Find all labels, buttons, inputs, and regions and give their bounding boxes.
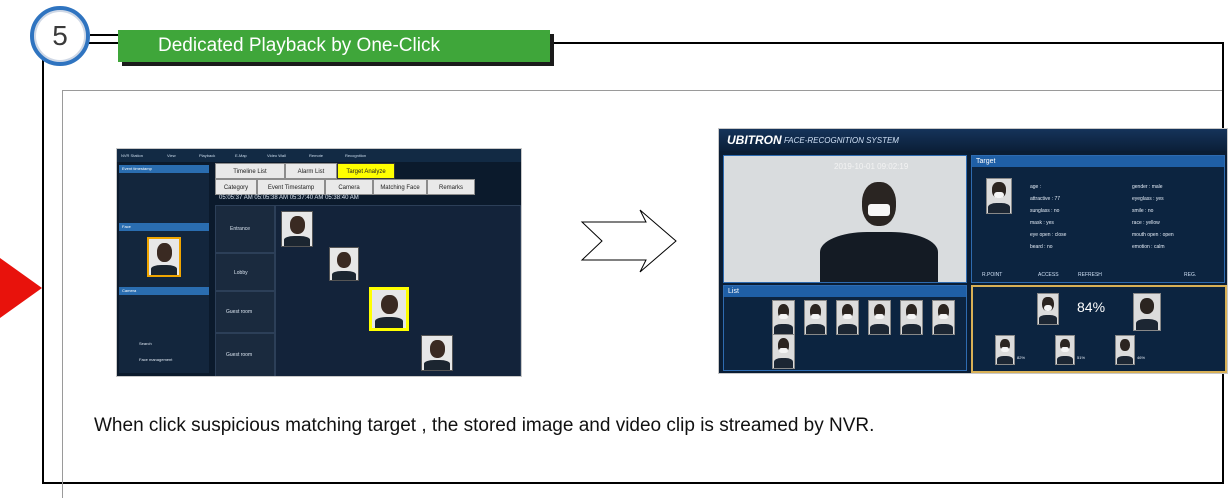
attr-mask: mask : yes bbox=[1030, 220, 1054, 226]
title-connector bbox=[90, 34, 118, 36]
nvr-selected-face bbox=[147, 237, 181, 277]
room-row[interactable]: Guest room bbox=[215, 333, 275, 376]
candidate-face[interactable] bbox=[1115, 335, 1135, 365]
attr-attractive: attractive : 77 bbox=[1030, 196, 1061, 202]
room-row[interactable]: Entrance bbox=[215, 205, 275, 253]
candidate-percent: 51% bbox=[1077, 355, 1086, 360]
match-thumbnail[interactable] bbox=[329, 247, 359, 281]
list-face-item[interactable] bbox=[772, 300, 795, 335]
tab-target-analyze[interactable]: Target Analyze bbox=[337, 163, 395, 179]
attr-smile: smile : no bbox=[1132, 208, 1154, 214]
list-face-item[interactable] bbox=[772, 334, 795, 369]
stat-access: ACCESS bbox=[1038, 272, 1059, 278]
nvr-menu-recognition[interactable]: Recognition bbox=[345, 153, 366, 158]
nvr-left-panel: Event timestamp Face Camera Search Face … bbox=[119, 165, 209, 373]
frs-target-header: Target bbox=[972, 156, 1224, 167]
nvr-menu-bar: NVR Station View Playback E-Map Video Wa… bbox=[117, 149, 521, 162]
frs-logo: UBITRON bbox=[727, 133, 782, 147]
candidate-face[interactable] bbox=[1055, 335, 1075, 365]
attr-race: race : yellow bbox=[1132, 220, 1160, 226]
red-arrow-icon bbox=[0, 258, 42, 318]
nvr-search-button[interactable]: Search bbox=[139, 341, 152, 346]
stat-rpoint: R.POINT bbox=[982, 272, 1003, 278]
nvr-timeline-times: 05:05:37 AM 05:05:38 AM 05:37:40 AM 05:3… bbox=[219, 195, 359, 201]
tab-alarm-list[interactable]: Alarm List bbox=[285, 163, 337, 179]
room-row[interactable]: Guest room bbox=[215, 291, 275, 333]
description-caption: When click suspicious matching target , … bbox=[94, 415, 875, 436]
attr-eye-open: eye open : close bbox=[1030, 232, 1067, 238]
nvr-menu-emap[interactable]: E-Map bbox=[235, 153, 247, 158]
frs-video-timestamp: 2019-10-01 09:02:19 bbox=[834, 162, 909, 171]
nvr-menu-view[interactable]: View bbox=[167, 153, 176, 158]
right-arrow-icon bbox=[580, 209, 677, 273]
frs-system-title: FACE-RECOGNITION SYSTEM bbox=[784, 136, 899, 145]
list-face-item[interactable] bbox=[868, 300, 891, 335]
match-thumbnail[interactable] bbox=[281, 211, 313, 247]
step-title: Dedicated Playback by One-Click bbox=[118, 30, 550, 62]
frs-video-panel: 2019-10-01 09:02:19 bbox=[723, 155, 967, 283]
nvr-face-management-button[interactable]: Face management bbox=[139, 357, 172, 362]
nvr-panel-face-header: Face bbox=[119, 223, 209, 231]
column-event-timestamp[interactable]: Event Timestamp bbox=[257, 179, 325, 195]
attr-eyeglass: eyeglass : yes bbox=[1132, 196, 1164, 202]
match-thumbnail[interactable] bbox=[421, 335, 453, 371]
attr-age: age : bbox=[1030, 184, 1042, 190]
match-source-face bbox=[1037, 293, 1059, 325]
nvr-panel-camera-header: Camera bbox=[119, 287, 209, 295]
attr-beard: beard : no bbox=[1030, 244, 1053, 250]
attr-sunglass: sunglass : no bbox=[1030, 208, 1060, 214]
nvr-screenshot: NVR Station View Playback E-Map Video Wa… bbox=[116, 148, 522, 377]
room-row[interactable]: Lobby bbox=[215, 253, 275, 291]
nvr-menu-remote[interactable]: Remote bbox=[309, 153, 323, 158]
match-percent: 84% bbox=[1077, 299, 1106, 315]
column-matching-face[interactable]: Matching Face bbox=[373, 179, 427, 195]
match-registered-face bbox=[1133, 293, 1161, 331]
attr-emotion: emotion : calm bbox=[1132, 244, 1165, 250]
face-mask bbox=[868, 204, 890, 216]
list-face-item[interactable] bbox=[836, 300, 859, 335]
candidate-percent: 82% bbox=[1017, 355, 1026, 360]
attr-gender: gender : male bbox=[1132, 184, 1163, 190]
nvr-panel-event-header: Event timestamp bbox=[119, 165, 209, 173]
list-face-item[interactable] bbox=[932, 300, 955, 335]
column-category[interactable]: Category bbox=[215, 179, 257, 195]
stat-refresh: REFRESH bbox=[1078, 272, 1102, 278]
column-remarks[interactable]: Remarks bbox=[427, 179, 475, 195]
candidate-percent: 46% bbox=[1137, 355, 1146, 360]
nvr-menu-playback[interactable]: Playback bbox=[199, 153, 215, 158]
frs-target-panel: Target age : attractive : 77 sunglass : … bbox=[971, 155, 1225, 283]
list-face-item[interactable] bbox=[804, 300, 827, 335]
frs-match-panel: 84% 82% 51% 46% bbox=[971, 285, 1227, 373]
match-thumbnail-selected[interactable] bbox=[369, 287, 409, 331]
nvr-menu-videowall[interactable]: Video Wall bbox=[267, 153, 286, 158]
target-face bbox=[986, 178, 1012, 214]
person-body bbox=[820, 232, 938, 282]
stat-reg: REG. bbox=[1184, 272, 1197, 278]
frs-list-panel: List bbox=[723, 285, 967, 371]
list-face-item[interactable] bbox=[900, 300, 923, 335]
face-recognition-screenshot: UBITRON FACE-RECOGNITION SYSTEM 2019-10-… bbox=[718, 128, 1228, 374]
column-camera[interactable]: Camera bbox=[325, 179, 373, 195]
candidate-face[interactable] bbox=[995, 335, 1015, 365]
frs-list-header: List bbox=[724, 286, 966, 297]
attr-mouth-open: mouth open : open bbox=[1132, 232, 1174, 238]
nvr-app-title: NVR Station bbox=[121, 153, 144, 158]
step-number-badge: 5 bbox=[30, 6, 90, 66]
tab-timeline-list[interactable]: Timeline List bbox=[215, 163, 285, 179]
